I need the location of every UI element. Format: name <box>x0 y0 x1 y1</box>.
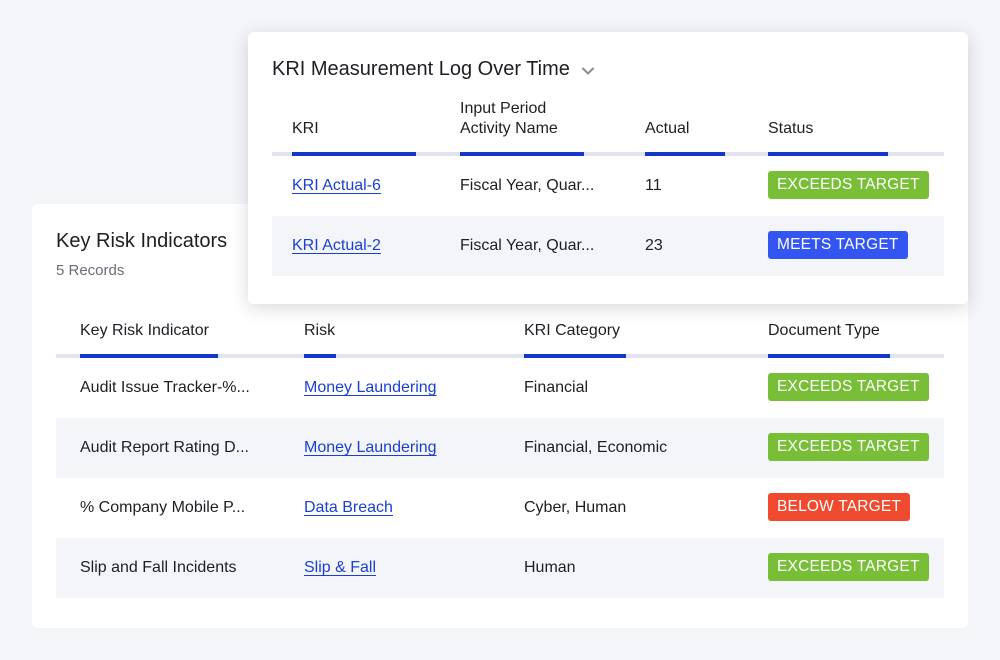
col-header-actual[interactable]: Actual <box>645 119 725 156</box>
category-cell: Human <box>524 559 576 576</box>
log-table: KRI Input Period Activity Name Actual St… <box>272 92 944 276</box>
indicator-cell: Audit Report Rating D... <box>80 439 249 456</box>
table-row: KRI Actual-2 Fiscal Year, Quar... 23 MEE… <box>272 216 944 276</box>
kri-card-title: Key Risk Indicators <box>56 230 228 252</box>
status-badge: EXCEEDS TARGET <box>768 432 929 461</box>
indicator-cell: Audit Issue Tracker-%... <box>80 379 250 396</box>
log-table-header: KRI Input Period Activity Name Actual St… <box>272 92 944 156</box>
kri-link[interactable]: KRI Actual-2 <box>292 237 381 254</box>
col-header-kri[interactable]: KRI <box>292 119 416 156</box>
status-badge: EXCEEDS TARGET <box>768 372 929 401</box>
status-badge: BELOW TARGET <box>768 492 911 521</box>
col-header-key-risk-indicator[interactable]: Key Risk Indicator <box>80 321 218 358</box>
kri-measurement-log-card: KRI Measurement Log Over Time KRI Input … <box>248 32 968 304</box>
period-cell: Fiscal Year, Quar... <box>460 177 595 194</box>
status-badge: MEETS TARGET <box>768 230 908 259</box>
kri-table-header: Key Risk Indicator Risk KRI Category Doc… <box>56 308 944 358</box>
log-title-text: KRI Measurement Log Over Time <box>272 58 570 80</box>
col-header-kri-category[interactable]: KRI Category <box>524 321 626 358</box>
col-header-input-period[interactable]: Input Period Activity Name <box>460 99 584 156</box>
indicator-cell: % Company Mobile P... <box>80 499 246 516</box>
status-badge: EXCEEDS TARGET <box>768 170 929 199</box>
period-cell: Fiscal Year, Quar... <box>460 237 595 254</box>
chevron-down-icon[interactable] <box>580 62 596 78</box>
col-header-status[interactable]: Status <box>768 119 888 156</box>
status-badge: EXCEEDS TARGET <box>768 552 929 581</box>
table-row: KRI Actual-6 Fiscal Year, Quar... 11 EXC… <box>272 156 944 216</box>
category-cell: Cyber, Human <box>524 499 627 516</box>
col-header-risk[interactable]: Risk <box>304 321 336 358</box>
table-row: Slip and Fall Incidents Slip & Fall Huma… <box>56 538 944 598</box>
table-row: Audit Report Rating D... Money Launderin… <box>56 418 944 478</box>
kri-link[interactable]: KRI Actual-6 <box>292 177 381 194</box>
actual-cell: 23 <box>645 237 663 254</box>
log-card-title[interactable]: KRI Measurement Log Over Time <box>272 58 596 81</box>
col-header-document-type[interactable]: Document Type <box>768 321 890 358</box>
category-cell: Financial <box>524 379 589 396</box>
actual-cell: 11 <box>645 177 662 194</box>
category-cell: Financial, Economic <box>524 439 668 456</box>
records-count: 5 Records <box>56 262 125 279</box>
risk-link[interactable]: Data Breach <box>304 499 393 516</box>
risk-link[interactable]: Money Laundering <box>304 439 437 456</box>
risk-link[interactable]: Slip & Fall <box>304 559 376 576</box>
indicator-cell: Slip and Fall Incidents <box>80 559 237 576</box>
table-row: Audit Issue Tracker-%... Money Launderin… <box>56 358 944 418</box>
table-row: % Company Mobile P... Data Breach Cyber,… <box>56 478 944 538</box>
kri-table: Key Risk Indicator Risk KRI Category Doc… <box>56 308 944 598</box>
risk-link[interactable]: Money Laundering <box>304 379 437 396</box>
